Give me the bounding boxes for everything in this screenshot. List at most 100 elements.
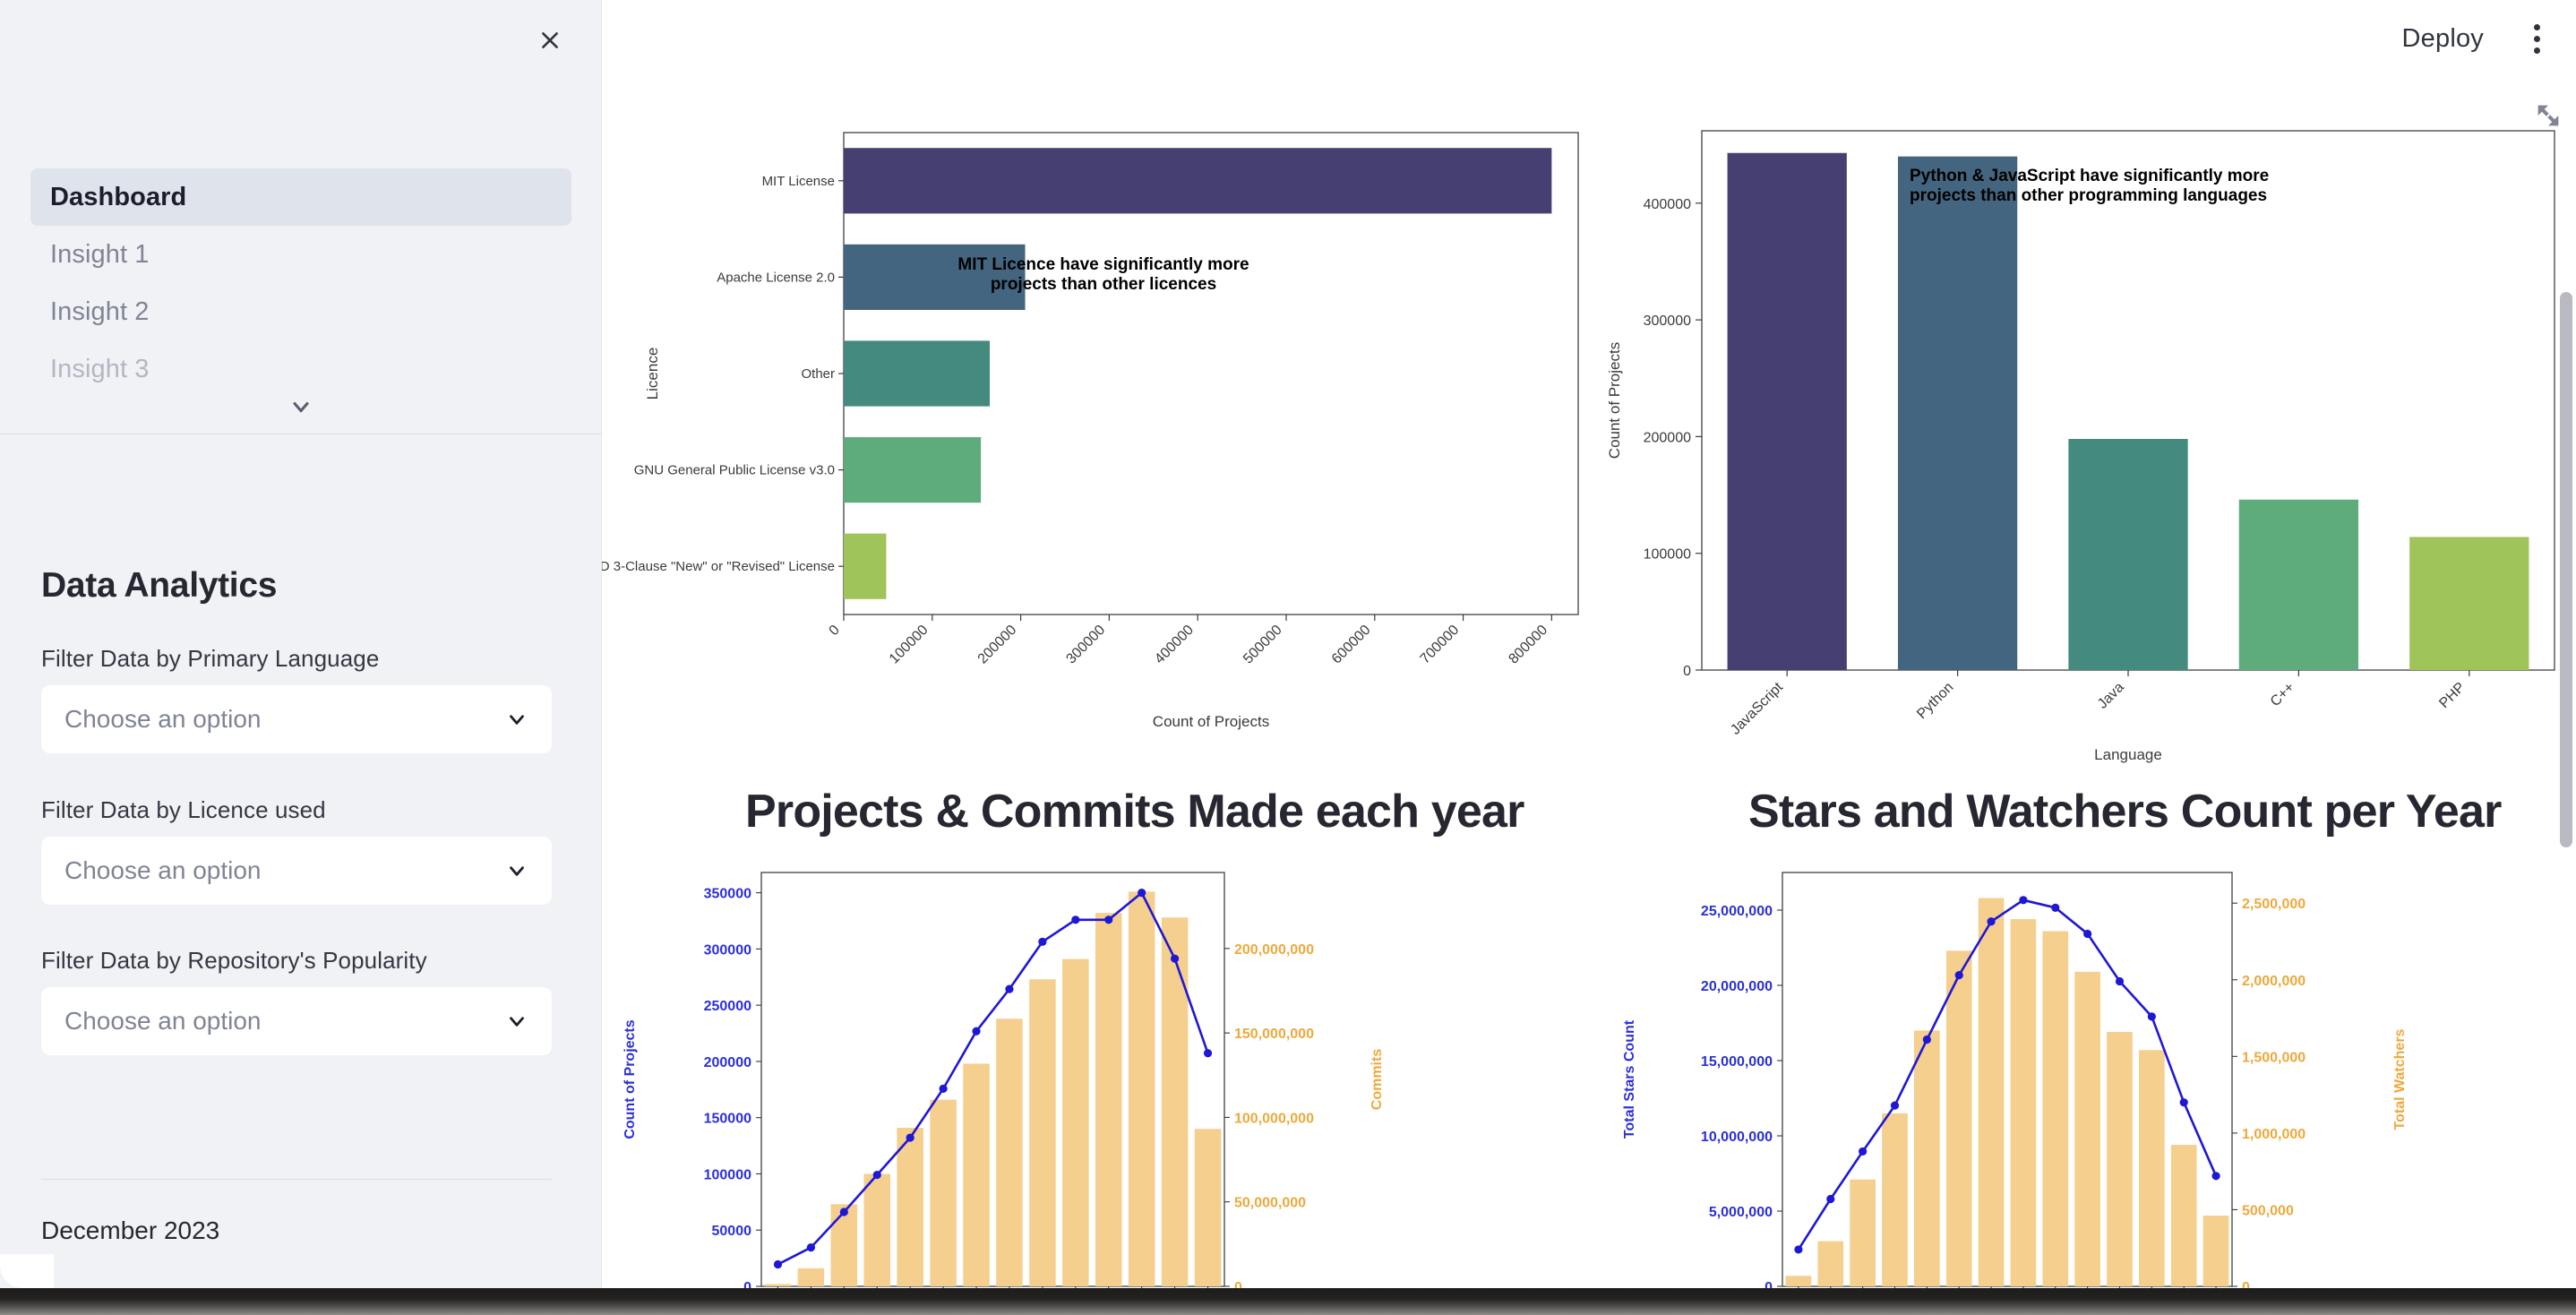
- line-point: [1171, 954, 1180, 963]
- x-tick-label: Java: [2095, 680, 2127, 712]
- line-point: [1922, 1035, 1931, 1044]
- y-tick-label: GNU General Public License v3.0: [634, 463, 835, 478]
- line-point: [1038, 937, 1047, 946]
- chart-annotation: Python & JavaScript have significantly m…: [1910, 167, 2269, 205]
- chevron-down-icon: [510, 715, 524, 725]
- filter-primary-language: Filter Data by Primary Language Choose a…: [41, 645, 552, 753]
- line-point: [1890, 1101, 1900, 1110]
- bar: [2202, 1216, 2229, 1286]
- x-tick-label: 600000: [1329, 623, 1374, 667]
- sidebar-nav: Dashboard Insight 1 Insight 2 Insight 3: [0, 168, 602, 428]
- app-header: Deploy: [602, 0, 2576, 77]
- x-tick-label: 100000: [887, 623, 932, 667]
- deploy-button[interactable]: Deploy: [2391, 19, 2494, 59]
- bar: [1817, 1241, 1844, 1286]
- y2-tick-label: 100,000,000: [1234, 1111, 1314, 1126]
- line-point: [939, 1084, 948, 1093]
- sidebar-item-label: Insight 3: [50, 354, 150, 383]
- sidebar-item-insight-1[interactable]: Insight 1: [30, 226, 571, 283]
- x-tick-label: 800000: [1506, 623, 1550, 667]
- chevron-down-icon[interactable]: [0, 394, 602, 419]
- y-tick-label: 0: [1765, 1280, 1773, 1288]
- bar: [844, 437, 982, 503]
- x-axis-label: Language: [2094, 746, 2162, 763]
- sidebar-item-dashboard[interactable]: Dashboard: [30, 168, 571, 226]
- y-tick-label: Apache License 2.0: [717, 270, 835, 285]
- sidebar: Dashboard Insight 1 Insight 2 Insight 3 …: [0, 0, 602, 1288]
- chart-projects-commits: Projects & Commits Made each year 0 50000…: [602, 785, 1605, 1288]
- close-icon[interactable]: [529, 20, 571, 61]
- y-tick-label: 0: [1683, 664, 1691, 679]
- y-tick-label: 400000: [1644, 197, 1691, 212]
- y-axis-label: Count of Projects: [623, 1019, 638, 1139]
- y-tick-label: 300000: [1644, 314, 1691, 329]
- y-tick-label: 20,000,000: [1701, 979, 1773, 994]
- y-tick-label: 100000: [704, 1167, 751, 1182]
- vertical-scrollbar[interactable]: [2560, 292, 2572, 847]
- bar: [963, 1063, 990, 1286]
- y-tick-label: Other: [801, 366, 835, 382]
- licence-bar-chart-canvas: MIT License Apache License 2.0 Other GNU Ge…: [602, 132, 1579, 730]
- select-value: Choose an option: [64, 856, 262, 884]
- y2-tick-label: 1,500,000: [2242, 1050, 2306, 1065]
- sidebar-item-insight-3[interactable]: Insight 3: [30, 340, 571, 398]
- x-tick-label: 200000: [975, 623, 1020, 667]
- line-point: [1859, 1147, 1868, 1156]
- chart-stars-watchers: Stars and Watchers Count per Year 0 5,000…: [1587, 785, 2576, 1288]
- x-tick-label: C++: [2268, 680, 2297, 709]
- line-point: [2083, 929, 2092, 939]
- y-axis-label: Count of Projects: [1606, 342, 1623, 459]
- select-value: Choose an option: [64, 1007, 262, 1035]
- y2-tick-label: 200,000,000: [1234, 942, 1314, 958]
- y-tick-label: 250000: [704, 999, 751, 1014]
- line-point: [1104, 915, 1113, 924]
- y-tick-label: 100000: [1644, 547, 1691, 563]
- y-tick-label: 5,000,000: [1709, 1205, 1773, 1220]
- line-point: [839, 1208, 848, 1216]
- filter-label: Filter Data by Licence used: [41, 796, 326, 823]
- bar: [2074, 971, 2100, 1286]
- y-tick-label: BSD 3-Clause "New" or "Revised" License: [602, 559, 835, 574]
- bar: [930, 1099, 957, 1286]
- bar: [2107, 1032, 2133, 1286]
- bar: [1029, 979, 1056, 1286]
- filter-licence-used: Filter Data by Licence used Choose an op…: [41, 796, 552, 905]
- y-tick-label: 350000: [704, 887, 751, 902]
- bar: [2010, 919, 2037, 1286]
- line-point: [2211, 1172, 2220, 1181]
- line-point: [1071, 915, 1080, 924]
- licence-select[interactable]: Choose an option: [41, 837, 552, 905]
- x-tick-label: PHP: [2436, 680, 2468, 711]
- bar: [844, 148, 1552, 214]
- app-root: Dashboard Insight 1 Insight 2 Insight 3 …: [0, 0, 2576, 1288]
- bar: [1194, 1129, 1222, 1286]
- primary-language-select[interactable]: Choose an option: [41, 685, 552, 753]
- y-axis-label: Licence: [644, 348, 661, 400]
- line-point: [1954, 971, 1963, 980]
- popularity-select[interactable]: Choose an option: [41, 987, 552, 1055]
- line-point: [906, 1133, 914, 1142]
- y2-tick-label: 2,000,000: [2242, 974, 2306, 989]
- x-tick-label: 500000: [1241, 623, 1285, 667]
- line-point: [1826, 1194, 1835, 1204]
- y2-tick-label: 500,000: [2242, 1203, 2294, 1218]
- bar: [844, 533, 887, 599]
- y2-tick-label: 1,000,000: [2242, 1127, 2306, 1142]
- language-bar-chart-canvas: JavaScript Python Java C++ PHP 0 100000 200000 3…: [1606, 130, 2555, 763]
- y2-tick-label: 150,000,000: [1234, 1027, 1314, 1042]
- kebab-menu-icon[interactable]: [2525, 17, 2549, 61]
- filter-label: Filter Data by Repository's Popularity: [41, 947, 427, 974]
- y-tick-label: 200000: [704, 1055, 751, 1070]
- y2-axis-label: Total Watchers: [2392, 1028, 2408, 1130]
- filter-label: Filter Data by Primary Language: [41, 645, 380, 672]
- chart-language-counts: JavaScript Python Java C++ PHP 0 100000 200000 3…: [1587, 77, 2576, 767]
- line-point: [1138, 889, 1146, 898]
- bar: [1062, 958, 1089, 1286]
- line-point: [773, 1259, 783, 1269]
- bar: [1095, 913, 1122, 1286]
- bar: [2238, 499, 2359, 670]
- line-point: [1794, 1245, 1803, 1254]
- sidebar-item-label: Dashboard: [50, 182, 187, 211]
- bar: [897, 1127, 923, 1286]
- sidebar-item-insight-2[interactable]: Insight 2: [30, 283, 571, 340]
